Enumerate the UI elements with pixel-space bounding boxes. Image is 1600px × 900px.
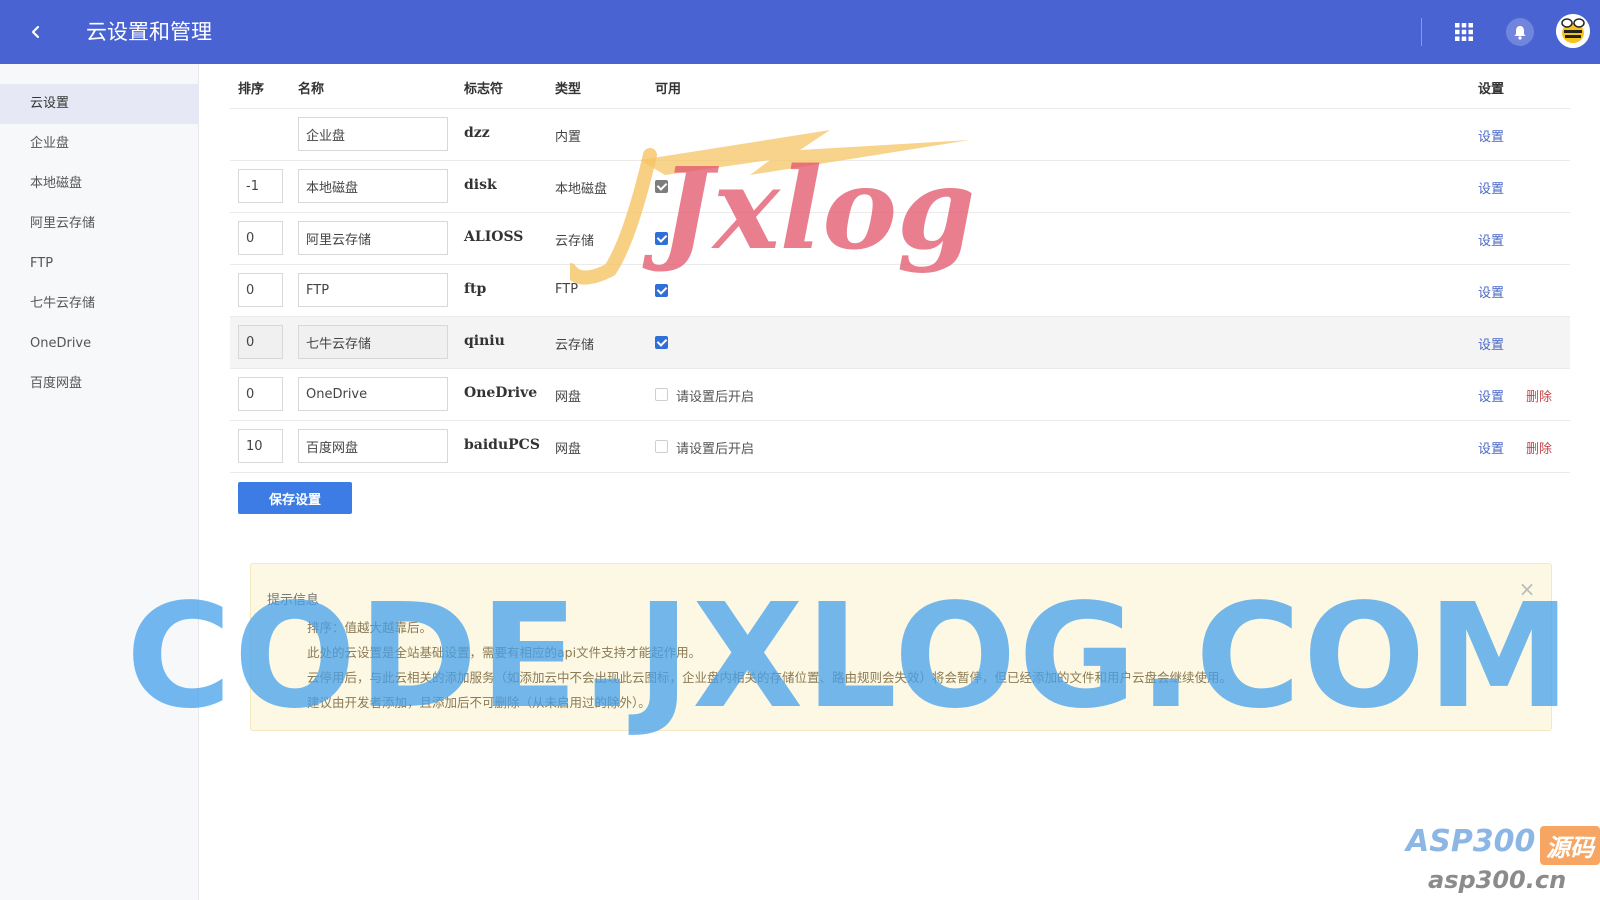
table-row: OneDrive 网盘 请设置后开启 设置 删除 xyxy=(230,369,1570,421)
table-row: qiniu 云存储 设置 xyxy=(230,317,1570,369)
sort-input[interactable] xyxy=(238,429,283,463)
type-text: FTP xyxy=(555,282,579,297)
type-text: 网盘 xyxy=(555,442,582,457)
tip-line: 建议由开发者添加，且添加后不可删除（从未启用过的除外）。 xyxy=(307,695,651,710)
column-header-type: 类型 xyxy=(555,82,582,97)
identifier-text: baiduPCS xyxy=(464,437,540,453)
name-input[interactable] xyxy=(298,221,448,255)
type-text: 网盘 xyxy=(555,390,582,405)
settings-link[interactable]: 设置 xyxy=(1478,438,1504,457)
identifier-text: qiniu xyxy=(464,333,505,349)
identifier-text: ALIOSS xyxy=(464,229,524,245)
settings-link[interactable]: 设置 xyxy=(1478,178,1504,197)
header-divider xyxy=(1421,18,1422,46)
sort-input[interactable] xyxy=(238,325,283,359)
page-title: 云设置和管理 xyxy=(86,20,212,44)
sort-input[interactable] xyxy=(238,221,283,255)
top-navigation-bar: 云设置和管理 xyxy=(0,0,1600,64)
name-input[interactable] xyxy=(298,377,448,411)
bee-avatar-icon xyxy=(1556,14,1590,48)
asp300-domain: asp300.cn xyxy=(1428,866,1567,894)
sidebar-item-aliyun-storage[interactable]: 阿里云存储 xyxy=(0,204,199,244)
asp300-watermark: ASP300 源码 asp300.cn xyxy=(1404,824,1600,900)
type-text: 云存储 xyxy=(555,234,595,249)
chevron-left-icon xyxy=(31,25,40,39)
table-row: disk 本地磁盘 设置 xyxy=(230,161,1570,213)
save-settings-button[interactable]: 保存设置 xyxy=(238,482,352,514)
back-button[interactable] xyxy=(22,18,50,46)
enabled-checkbox[interactable] xyxy=(655,336,668,349)
table-row: dzz 内置 设置 xyxy=(230,109,1570,161)
delete-link[interactable]: 删除 xyxy=(1526,386,1552,405)
user-avatar[interactable] xyxy=(1556,14,1590,48)
sidebar-item-onedrive[interactable]: OneDrive xyxy=(0,324,199,364)
tip-box: 提示信息 × 排序：值越大越靠后。 此处的云设置是全站基础设置，需要有相应的ap… xyxy=(250,563,1552,731)
sort-input[interactable] xyxy=(238,377,283,411)
table-row: ftp FTP 设置 xyxy=(230,265,1570,317)
sidebar-item-baidu-disk[interactable]: 百度网盘 xyxy=(0,364,199,404)
column-header-name: 名称 xyxy=(298,82,325,97)
tip-line: 云停用后，与此云相关的添加服务（如添加云中不会出现此云图标，企业盘内相关的存储位… xyxy=(307,670,1233,685)
column-header-sort: 排序 xyxy=(238,82,265,97)
enabled-checkbox[interactable] xyxy=(655,284,668,297)
sidebar-item-cloud-settings[interactable]: 云设置 xyxy=(0,84,199,124)
source-code-badge: 源码 xyxy=(1540,826,1600,865)
sort-input[interactable] xyxy=(238,273,283,307)
type-text: 云存储 xyxy=(555,338,595,353)
name-input[interactable] xyxy=(298,325,448,359)
settings-link[interactable]: 设置 xyxy=(1478,386,1504,405)
table-row: baiduPCS 网盘 请设置后开启 设置 删除 xyxy=(230,421,1570,473)
sidebar: 云设置 企业盘 本地磁盘 阿里云存储 FTP 七牛云存储 OneDrive 百度… xyxy=(0,64,199,900)
enabled-checkbox[interactable] xyxy=(655,180,668,193)
sidebar-item-enterprise-disk[interactable]: 企业盘 xyxy=(0,124,199,164)
sort-input[interactable] xyxy=(238,169,283,203)
table-row: ALIOSS 云存储 设置 xyxy=(230,213,1570,265)
bell-icon xyxy=(1514,25,1526,40)
type-text: 本地磁盘 xyxy=(555,182,608,197)
close-icon[interactable]: × xyxy=(1517,578,1537,600)
enable-hint: 请设置后开启 xyxy=(676,390,755,405)
name-input[interactable] xyxy=(298,429,448,463)
column-header-settings: 设置 xyxy=(1478,82,1505,97)
notifications-button[interactable] xyxy=(1506,18,1534,46)
name-input[interactable] xyxy=(298,117,448,151)
sidebar-item-ftp[interactable]: FTP xyxy=(0,244,199,284)
enabled-checkbox[interactable] xyxy=(655,388,668,401)
name-input[interactable] xyxy=(298,169,448,203)
name-input[interactable] xyxy=(298,273,448,307)
settings-link[interactable]: 设置 xyxy=(1478,126,1504,145)
settings-link[interactable]: 设置 xyxy=(1478,230,1504,249)
settings-link[interactable]: 设置 xyxy=(1478,334,1504,353)
apps-button[interactable] xyxy=(1452,20,1476,44)
tip-title: 提示信息 xyxy=(267,593,320,608)
column-header-enabled: 可用 xyxy=(655,82,682,97)
sidebar-item-qiniu-storage[interactable]: 七牛云存储 xyxy=(0,284,199,324)
column-header-identifier: 标志符 xyxy=(464,82,504,97)
enable-hint: 请设置后开启 xyxy=(676,442,755,457)
enabled-checkbox[interactable] xyxy=(655,440,668,453)
tip-line: 此处的云设置是全站基础设置，需要有相应的api文件支持才能起作用。 xyxy=(307,645,702,660)
grid-icon xyxy=(1455,23,1473,41)
identifier-text: disk xyxy=(464,177,497,193)
asp300-text: ASP300 xyxy=(1406,824,1536,859)
delete-link[interactable]: 删除 xyxy=(1526,438,1552,457)
identifier-text: ftp xyxy=(464,281,487,297)
identifier-text: OneDrive xyxy=(464,385,538,401)
tip-line: 排序：值越大越靠后。 xyxy=(307,620,433,635)
sidebar-item-local-disk[interactable]: 本地磁盘 xyxy=(0,164,199,204)
enabled-checkbox[interactable] xyxy=(655,232,668,245)
type-text: 内置 xyxy=(555,130,582,145)
settings-link[interactable]: 设置 xyxy=(1478,282,1504,301)
identifier-text: dzz xyxy=(464,125,490,141)
